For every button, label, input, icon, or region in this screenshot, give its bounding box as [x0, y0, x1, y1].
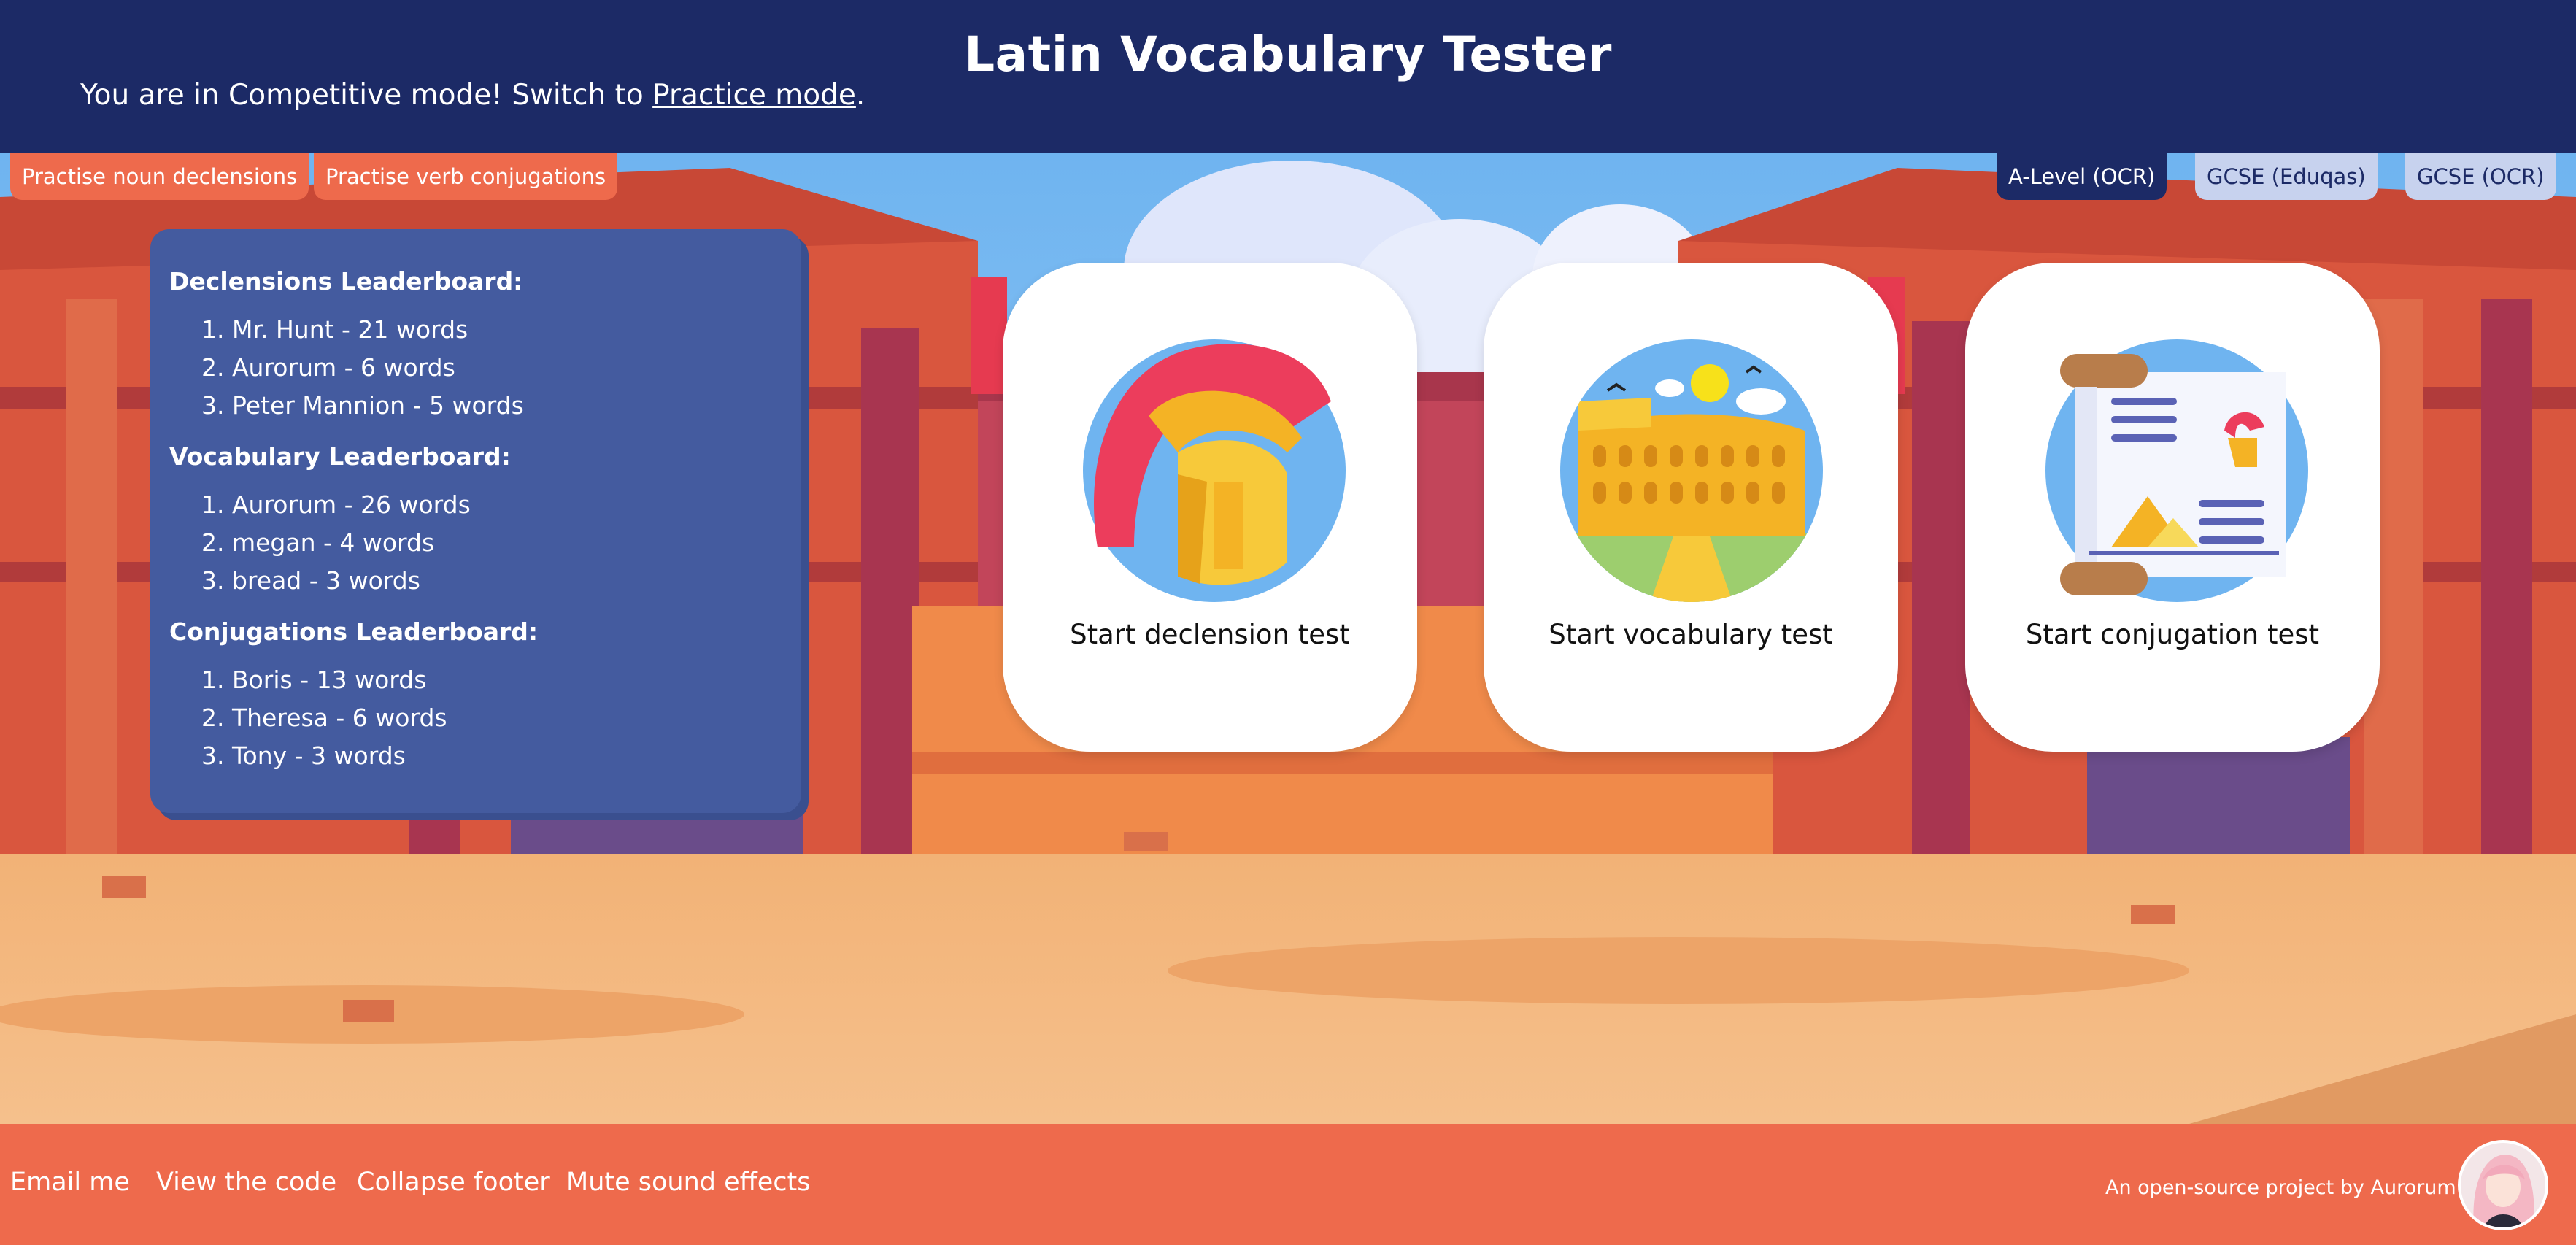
leaderboard-entry: 1. Mr. Hunt - 21 words	[201, 315, 468, 344]
header-bar: Latin Vocabulary Tester You are in Compe…	[0, 0, 2576, 153]
leaderboard-entry: 2. megan - 4 words	[201, 528, 435, 557]
avatar[interactable]	[2458, 1140, 2548, 1230]
start-declension-test-card[interactable]: Start declension test	[1003, 263, 1417, 752]
level-gcse-eduqas-button[interactable]: GCSE (Eduqas)	[2195, 153, 2378, 200]
colosseum-icon	[1560, 339, 1823, 602]
vocabulary-leaderboard-title: Vocabulary Leaderboard:	[169, 442, 511, 471]
leaderboard-entry: 2. Aurorum - 6 words	[201, 353, 455, 382]
start-conjugation-test-label: Start conjugation test	[2025, 619, 2320, 650]
start-vocabulary-test-card[interactable]: Start vocabulary test	[1484, 263, 1898, 752]
credit-text: An open-source project by Aurorum	[2105, 1176, 2456, 1199]
practice-mode-link[interactable]: Practice mode	[652, 79, 856, 112]
leaderboard-entry: 1. Boris - 13 words	[201, 666, 427, 694]
start-conjugation-test-card[interactable]: Start conjugation test	[1965, 263, 2380, 752]
avatar-portrait-icon	[2461, 1143, 2545, 1227]
vocabulary-leaderboard-list: 1. Aurorum - 26 words 2. megan - 4 words…	[201, 486, 471, 600]
practise-verb-conjugations-button[interactable]: Practise verb conjugations	[314, 153, 618, 200]
scroll-icon	[2045, 339, 2308, 602]
leaderboard-entry: 2. Theresa - 6 words	[201, 704, 447, 732]
page-title: Latin Vocabulary Tester	[964, 26, 1612, 82]
leaderboard-entry: 3. Tony - 3 words	[201, 741, 406, 770]
practise-noun-declensions-button[interactable]: Practise noun declensions	[10, 153, 309, 200]
declensions-leaderboard-list: 1. Mr. Hunt - 21 words 2. Aurorum - 6 wo…	[201, 311, 524, 425]
roman-helmet-icon	[1083, 339, 1346, 602]
leaderboard-entry: 3. bread - 3 words	[201, 566, 420, 595]
leaderboard-entry: 1. Aurorum - 26 words	[201, 490, 471, 519]
mode-notice-text: You are in Competitive mode! Switch to	[80, 79, 653, 112]
start-declension-test-label: Start declension test	[1070, 619, 1350, 650]
email-me-link[interactable]: Email me	[10, 1168, 130, 1197]
mode-notice-suffix: .	[855, 79, 865, 112]
start-vocabulary-test-label: Start vocabulary test	[1549, 619, 1833, 650]
conjugations-leaderboard-list: 1. Boris - 13 words 2. Theresa - 6 words…	[201, 661, 447, 775]
leaderboard-panel: Declensions Leaderboard: 1. Mr. Hunt - 2…	[150, 229, 801, 813]
view-the-code-link[interactable]: View the code	[156, 1168, 336, 1197]
collapse-footer-link[interactable]: Collapse footer	[357, 1168, 550, 1197]
mode-notice: You are in Competitive mode! Switch to P…	[80, 79, 865, 112]
mute-sound-effects-link[interactable]: Mute sound effects	[566, 1168, 811, 1197]
declensions-leaderboard-title: Declensions Leaderboard:	[169, 267, 523, 296]
conjugations-leaderboard-title: Conjugations Leaderboard:	[169, 617, 539, 646]
footer-bar: Email me View the code Collapse footer M…	[0, 1124, 2576, 1245]
level-gcse-ocr-button[interactable]: GCSE (OCR)	[2405, 153, 2556, 200]
level-a-level-ocr-button[interactable]: A-Level (OCR)	[1997, 153, 2167, 200]
leaderboard-entry: 3. Peter Mannion - 5 words	[201, 391, 524, 420]
